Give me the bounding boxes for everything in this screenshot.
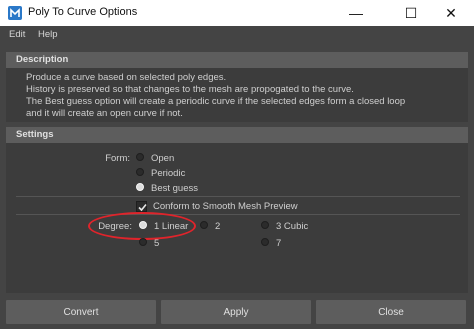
description-header[interactable]: Description (6, 52, 468, 68)
apply-button[interactable]: Apply (161, 300, 311, 324)
close-window-button[interactable]: ✕ (428, 0, 474, 26)
window-title: Poly To Curve Options (28, 6, 138, 18)
form-best-guess-label[interactable]: Best guess (151, 183, 198, 194)
form-periodic-radio[interactable] (136, 168, 144, 176)
degree-linear-label[interactable]: 1 Linear (154, 221, 188, 232)
form-best-guess-radio[interactable] (136, 183, 144, 191)
settings-header[interactable]: Settings (6, 127, 468, 143)
close-button[interactable]: Close (316, 300, 466, 324)
separator (16, 214, 460, 215)
separator (16, 196, 460, 197)
degree-2-label[interactable]: 2 (215, 221, 220, 232)
menu-bar: Edit Help (0, 26, 474, 44)
form-label: Form: (105, 153, 130, 164)
degree-cubic-radio[interactable] (261, 221, 269, 229)
form-open-radio[interactable] (136, 153, 144, 161)
menu-help[interactable]: Help (38, 29, 58, 40)
description-line-2: History is preserved so that changes to … (26, 84, 354, 95)
degree-label: Degree: (98, 221, 132, 232)
minimize-button[interactable]: — (333, 0, 379, 26)
description-line-3: The Best guess option will create a peri… (26, 96, 406, 107)
description-line-1: Produce a curve based on selected poly e… (26, 72, 227, 83)
settings-panel (6, 143, 468, 293)
form-periodic-label[interactable]: Periodic (151, 168, 185, 179)
title-bar: Poly To Curve Options — ☐ ✕ (0, 0, 474, 26)
degree-2-radio[interactable] (200, 221, 208, 229)
degree-7-radio[interactable] (261, 238, 269, 246)
conform-checkbox[interactable] (136, 201, 147, 212)
degree-5-label[interactable]: 5 (154, 238, 159, 249)
maya-app-icon (8, 6, 22, 20)
degree-linear-radio[interactable] (139, 221, 147, 229)
conform-label[interactable]: Conform to Smooth Mesh Preview (153, 201, 298, 212)
degree-cubic-label[interactable]: 3 Cubic (276, 221, 308, 232)
description-line-4: and it will create an open curve if not. (26, 108, 183, 119)
form-open-label[interactable]: Open (151, 153, 174, 164)
menu-edit[interactable]: Edit (9, 29, 25, 40)
degree-5-radio[interactable] (139, 238, 147, 246)
convert-button[interactable]: Convert (6, 300, 156, 324)
degree-7-label[interactable]: 7 (276, 238, 281, 249)
